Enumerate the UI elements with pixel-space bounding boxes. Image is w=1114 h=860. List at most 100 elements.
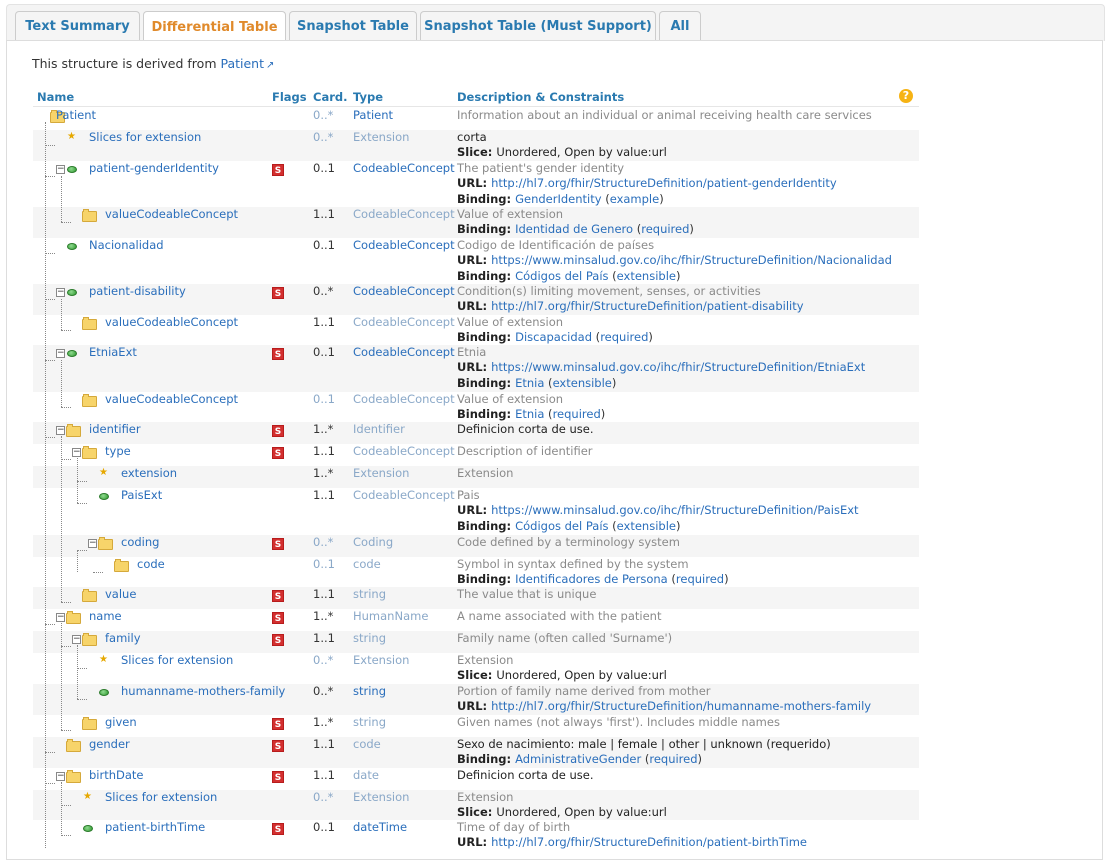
derived-patient-link[interactable]: Patient [220,56,264,71]
type-link[interactable]: Identifier [353,422,405,437]
valueset-link[interactable]: Etnia [515,407,544,421]
element-name-link[interactable]: valueCodeableConcept [105,392,238,407]
element-name-link[interactable]: value [105,587,136,602]
type-link[interactable]: code [353,557,381,572]
type-link[interactable]: Extension [353,466,409,481]
collapse-toggle-icon[interactable]: − [56,613,65,622]
valueset-link[interactable]: Identidad de Genero [515,222,633,236]
type-link[interactable]: Extension [353,130,409,145]
element-name-link[interactable]: patient-genderIdentity [89,161,219,176]
tab-differential-table[interactable]: Differential Table [143,11,286,42]
element-name-link[interactable]: birthDate [89,768,144,783]
element-name-link[interactable]: EtniaExt [89,345,137,360]
type-link[interactable]: dateTime [353,820,407,835]
collapse-toggle-icon[interactable]: − [56,772,65,781]
tab-snapshot-must-support[interactable]: Snapshot Table (Must Support) [420,11,656,40]
element-name-link[interactable]: valueCodeableConcept [105,315,238,330]
type-link[interactable]: CodeableConcept [353,238,455,253]
element-name-link[interactable]: humanname-mothers-family [121,684,285,699]
type-link[interactable]: CodeableConcept [353,345,455,360]
binding-strength-link[interactable]: extensible [617,519,676,533]
description-cell: Portion of family name derived from moth… [457,684,871,715]
element-name-link[interactable]: extension [121,466,177,481]
type-link[interactable]: CodeableConcept [353,315,455,330]
binding-strength-link[interactable]: extensible [617,269,676,283]
collapse-toggle-icon[interactable]: − [56,288,65,297]
element-name-link[interactable]: name [89,609,122,624]
type-link[interactable]: Extension [353,790,409,805]
valueset-link[interactable]: Códigos del País [515,519,608,533]
binding-strength-link[interactable]: required [553,407,601,421]
valueset-link[interactable]: AdministrativeGender [515,752,641,766]
valueset-link[interactable]: Identificadores de Persona [515,572,668,586]
type-link[interactable]: CodeableConcept [353,444,455,459]
type-link[interactable]: string [353,587,386,602]
type-link[interactable]: date [353,768,379,783]
type-link[interactable]: HumanName [353,609,428,624]
extension-url-link[interactable]: https://www.minsalud.gov.co/ihc/fhir/Str… [491,360,865,374]
element-name-link[interactable]: Slices for extension [89,130,201,145]
element-name-link[interactable]: type [105,444,131,459]
element-name-link[interactable]: coding [121,535,159,550]
table-header: Name Flags Card. Type Description & Cons… [33,88,919,107]
valueset-link[interactable]: Códigos del País [515,269,608,283]
type-link[interactable]: CodeableConcept [353,284,455,299]
binding-strength-link[interactable]: required [641,222,689,236]
element-name-link[interactable]: Patient [56,108,96,123]
element-name-link[interactable]: family [105,631,141,646]
tree-guide-line [61,222,71,223]
valueset-link[interactable]: GenderIdentity [515,192,601,206]
type-link[interactable]: string [353,684,386,699]
extension-url-link[interactable]: https://www.minsalud.gov.co/ihc/fhir/Str… [491,253,892,267]
element-name-link[interactable]: gender [89,737,130,752]
collapse-toggle-icon[interactable]: − [56,165,65,174]
tab-text-summary[interactable]: Text Summary [15,11,140,40]
element-name-link[interactable]: Slices for extension [105,790,217,805]
element-name-link[interactable]: patient-birthTime [105,820,205,835]
collapse-toggle-icon[interactable]: − [72,448,81,457]
type-link[interactable]: code [353,737,381,752]
type-link[interactable]: Patient [353,108,393,123]
slice-rules-text: Unordered, Open by value:url [496,668,667,683]
element-name-link[interactable]: Nacionalidad [89,238,164,253]
valueset-link[interactable]: Discapacidad [515,330,592,344]
type-link[interactable]: Extension [353,653,409,668]
extension-url-link[interactable]: http://hl7.org/fhir/StructureDefinition/… [491,176,837,190]
type-link[interactable]: string [353,631,386,646]
collapse-toggle-icon[interactable]: − [56,349,65,358]
element-name-link[interactable]: patient-disability [89,284,186,299]
type-link[interactable]: string [353,715,386,730]
binding-strength-link[interactable]: required [676,572,724,586]
element-name-link[interactable]: identifier [89,422,141,437]
binding-strength-link[interactable]: extensible [553,376,612,390]
type-link[interactable]: Coding [353,535,393,550]
element-name-link[interactable]: code [137,557,165,572]
collapse-toggle-icon[interactable]: − [56,426,65,435]
must-support-flag: S [272,425,284,437]
extension-url-link[interactable]: http://hl7.org/fhir/StructureDefinition/… [491,299,803,313]
must-support-flag: S [272,740,284,752]
slice-star-icon: ★ [83,791,92,802]
extension-url-link[interactable]: https://www.minsalud.gov.co/ihc/fhir/Str… [491,503,858,517]
element-name-link[interactable]: PaisExt [121,488,162,503]
binding-strength-link[interactable]: required [600,330,648,344]
element-name-link[interactable]: valueCodeableConcept [105,207,238,222]
type-link[interactable]: CodeableConcept [353,392,455,407]
collapse-toggle-icon[interactable]: − [72,635,81,644]
type-link[interactable]: CodeableConcept [353,161,455,176]
type-link[interactable]: CodeableConcept [353,488,455,503]
element-name-link[interactable]: Slices for extension [121,653,233,668]
help-icon[interactable]: ? [899,89,913,103]
table-row: valueCodeableConcept 1..1 CodeableConcept V… [33,207,919,238]
type-link[interactable]: CodeableConcept [353,207,455,222]
element-name-link[interactable]: given [105,715,137,730]
tab-all[interactable]: All [659,11,701,40]
folder-icon [66,611,81,624]
extension-url-link[interactable]: http://hl7.org/fhir/StructureDefinition/… [491,835,807,849]
binding-strength-link[interactable]: required [649,752,697,766]
extension-url-link[interactable]: http://hl7.org/fhir/StructureDefinition/… [491,699,871,713]
collapse-toggle-icon[interactable]: − [88,539,97,548]
tab-snapshot-table[interactable]: Snapshot Table [289,11,417,40]
valueset-link[interactable]: Etnia [515,376,544,390]
binding-strength-link[interactable]: example [610,192,660,206]
